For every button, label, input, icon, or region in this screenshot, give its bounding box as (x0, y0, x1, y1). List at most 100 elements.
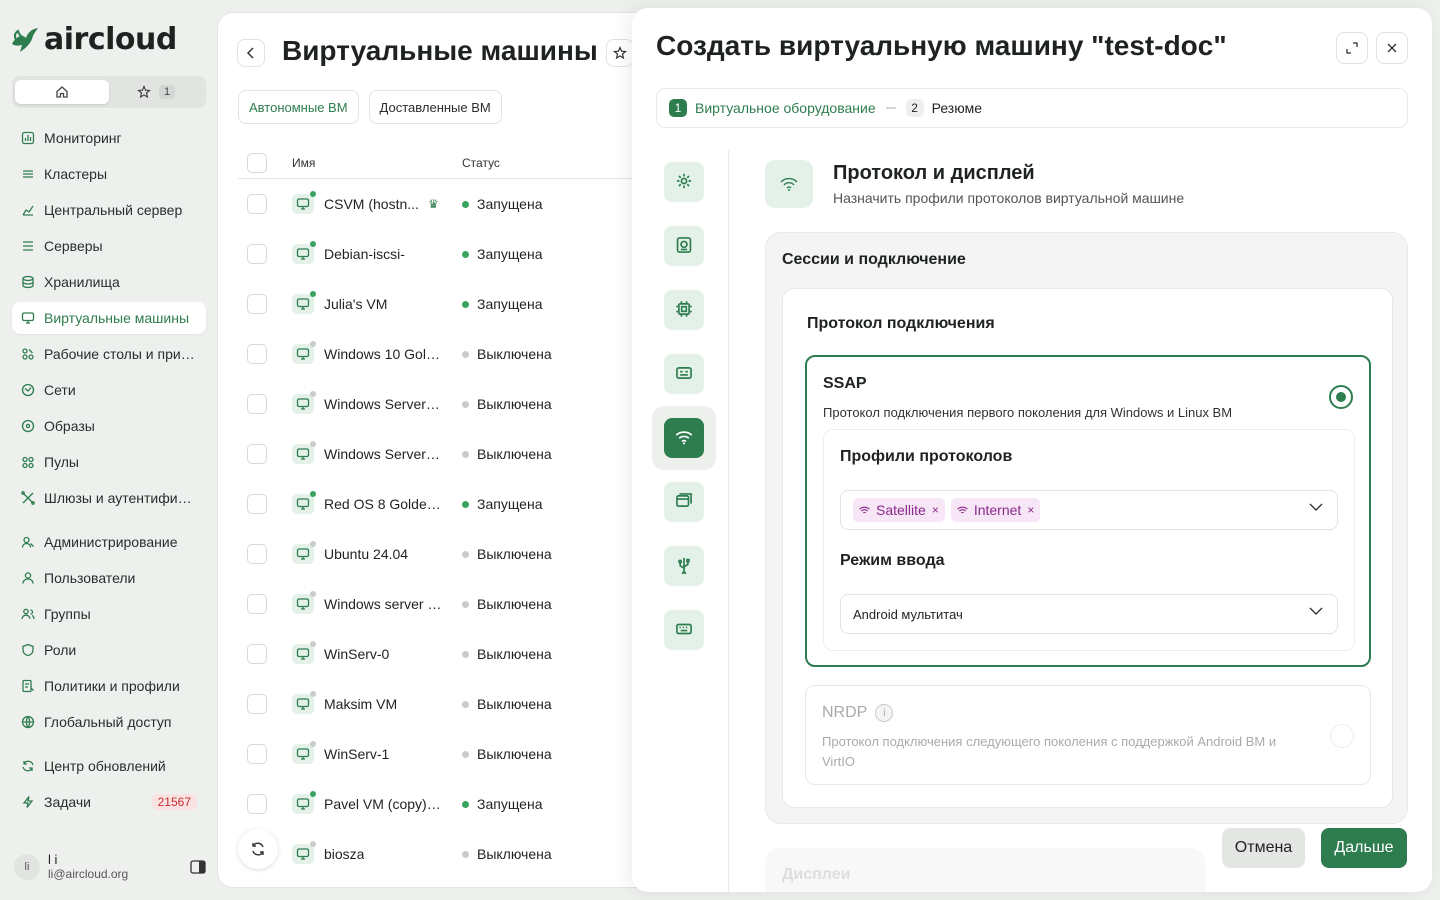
table-row[interactable]: Julia's VM Запущена (238, 279, 656, 329)
rail-disk-button[interactable] (664, 226, 704, 266)
table-row[interactable]: Debian-iscsi- Запущена (238, 229, 656, 279)
vm-name[interactable]: Windows Server 2... (324, 396, 442, 412)
row-checkbox[interactable] (247, 544, 267, 564)
sidebar-item-6[interactable]: Рабочие столы и прил... (12, 338, 206, 370)
vm-name[interactable]: Maksim VM (324, 696, 397, 712)
table-row[interactable]: biosza Выключена (238, 829, 656, 879)
vm-name[interactable]: Windows Server 2... (324, 446, 442, 462)
vm-name[interactable]: Ubuntu 24.04 (324, 546, 408, 562)
vm-name[interactable]: biosza (324, 846, 364, 862)
vm-monitor-icon (292, 191, 316, 214)
sidebar-item-7[interactable]: Сети (12, 374, 206, 406)
sidebar-item-12[interactable]: Пользователи (12, 562, 206, 594)
sidebar-item-10[interactable]: Шлюзы и аутентифика... (12, 482, 206, 514)
user-profile[interactable]: li l i li@aircloud.org (14, 852, 206, 881)
table-row[interactable]: Red OS 8 Golden ... Запущена (238, 479, 656, 529)
sidebar-item-8[interactable]: Образы (12, 410, 206, 442)
column-status[interactable]: Статус (462, 156, 500, 170)
row-checkbox[interactable] (247, 794, 267, 814)
vm-name[interactable]: WinServ-1 (324, 746, 389, 762)
tab-delivered-vm[interactable]: Доставленные ВМ (368, 90, 502, 124)
vm-name[interactable]: Windows server f... (324, 596, 442, 612)
table-row[interactable]: Pavel VM (copy) de Запущена (238, 779, 656, 829)
sidebar-item-4[interactable]: Хранилища (12, 266, 206, 298)
row-checkbox[interactable] (247, 294, 267, 314)
vm-name[interactable]: Julia's VM (324, 296, 387, 312)
table-row[interactable]: WinServ-0 Выключена (238, 629, 656, 679)
row-checkbox[interactable] (247, 494, 267, 514)
memory-icon (675, 364, 693, 385)
rail-wifi-button[interactable] (664, 418, 704, 458)
row-checkbox[interactable] (247, 244, 267, 264)
ssap-radio[interactable] (1329, 385, 1353, 409)
sidebar-item-11[interactable]: Администрирование (12, 526, 206, 558)
back-button[interactable] (237, 39, 265, 67)
vm-name[interactable]: Red OS 8 Golden ... (324, 496, 442, 512)
protocol-option-ssap[interactable]: SSAP Протокол подключения первого поколе… (805, 355, 1371, 667)
input-mode-select[interactable]: Android мультитач (840, 594, 1338, 634)
vm-status: Запущена (462, 196, 543, 212)
column-name[interactable]: Имя (292, 156, 315, 170)
row-checkbox[interactable] (247, 444, 267, 464)
step-2-label[interactable]: Резюме (932, 100, 982, 116)
row-checkbox[interactable] (247, 694, 267, 714)
sidebar-item-14[interactable]: Роли (12, 634, 206, 666)
sidebar-item-15[interactable]: Политики и профили (12, 670, 206, 702)
sidebar-item-2[interactable]: Центральный сервер (12, 194, 206, 226)
sidebar-item-1[interactable]: Кластеры (12, 158, 206, 190)
row-checkbox[interactable] (247, 194, 267, 214)
info-icon[interactable]: i (875, 704, 894, 722)
cancel-button[interactable]: Отмена (1222, 828, 1305, 868)
tab-standalone-vm[interactable]: Автономные ВМ (238, 90, 359, 124)
row-checkbox[interactable] (247, 344, 267, 364)
sidebar-item-18[interactable]: Задачи 21567 (12, 786, 206, 818)
sidebar-item-3[interactable]: Серверы (12, 230, 206, 262)
protocol-profiles-select[interactable]: Satellite × Internet × (840, 490, 1338, 530)
sidebar-item-label: Мониторинг (44, 130, 122, 146)
sidebar-toggle-icon[interactable] (190, 859, 206, 874)
table-row[interactable]: Ubuntu 24.04 Выключена (238, 529, 656, 579)
close-button[interactable] (1376, 32, 1408, 64)
remove-chip-icon[interactable]: × (932, 503, 939, 517)
table-row[interactable]: Windows Server 2... Выключена (238, 379, 656, 429)
rail-memory-button[interactable] (664, 354, 704, 394)
rail-keyboard-button[interactable] (664, 610, 704, 650)
refresh-button[interactable] (238, 829, 278, 869)
vm-name[interactable]: Windows 10 Gold... (324, 346, 442, 362)
row-checkbox[interactable] (247, 744, 267, 764)
rail-window-button[interactable] (664, 482, 704, 522)
select-all-checkbox[interactable] (247, 152, 267, 173)
favorites-button[interactable]: 1 (109, 80, 203, 104)
sidebar-item-16[interactable]: Глобальный доступ (12, 706, 206, 738)
vm-name[interactable]: Pavel VM (copy) de (324, 796, 442, 812)
vm-name[interactable]: WinServ-0 (324, 646, 389, 662)
sidebar-item-5[interactable]: Виртуальные машины (12, 302, 206, 334)
rail-cpu-button[interactable] (664, 290, 704, 330)
sidebar-item-13[interactable]: Группы (12, 598, 206, 630)
rail-usb-button[interactable] (664, 546, 704, 586)
table-row[interactable]: Maksim VM Выключена (238, 679, 656, 729)
sidebar-item-0[interactable]: Мониторинг (12, 122, 206, 154)
row-checkbox[interactable] (247, 394, 267, 414)
table-row[interactable]: CSVM (hostn... ♛ Запущена (238, 179, 656, 229)
table-row[interactable]: Windows Server 2... Выключена (238, 429, 656, 479)
sidebar-item-9[interactable]: Пулы (12, 446, 206, 478)
step-1-label[interactable]: Виртуальное оборудование (695, 100, 876, 116)
logo[interactable]: aircloud (10, 22, 177, 57)
rail-gear-button[interactable] (664, 162, 704, 202)
home-button[interactable] (15, 80, 109, 104)
sidebar-item-17[interactable]: Центр обновлений (12, 750, 206, 782)
row-checkbox[interactable] (247, 644, 267, 664)
vm-name[interactable]: CSVM (hostn... (324, 196, 419, 212)
protocol-option-nrdp[interactable]: NRDP i Протокол подключения следующего п… (805, 685, 1371, 785)
table-row[interactable]: Windows 10 Gold... Выключена (238, 329, 656, 379)
vm-name[interactable]: Debian-iscsi- (324, 246, 405, 262)
nrdp-radio[interactable] (1330, 724, 1354, 748)
remove-chip-icon[interactable]: × (1027, 503, 1034, 517)
expand-button[interactable] (1336, 32, 1368, 64)
row-checkbox[interactable] (247, 594, 267, 614)
table-row[interactable]: WinServ-1 Выключена (238, 729, 656, 779)
favorite-page-button[interactable] (606, 39, 634, 67)
table-row[interactable]: Windows server f... Выключена (238, 579, 656, 629)
next-button[interactable]: Дальше (1321, 828, 1407, 868)
